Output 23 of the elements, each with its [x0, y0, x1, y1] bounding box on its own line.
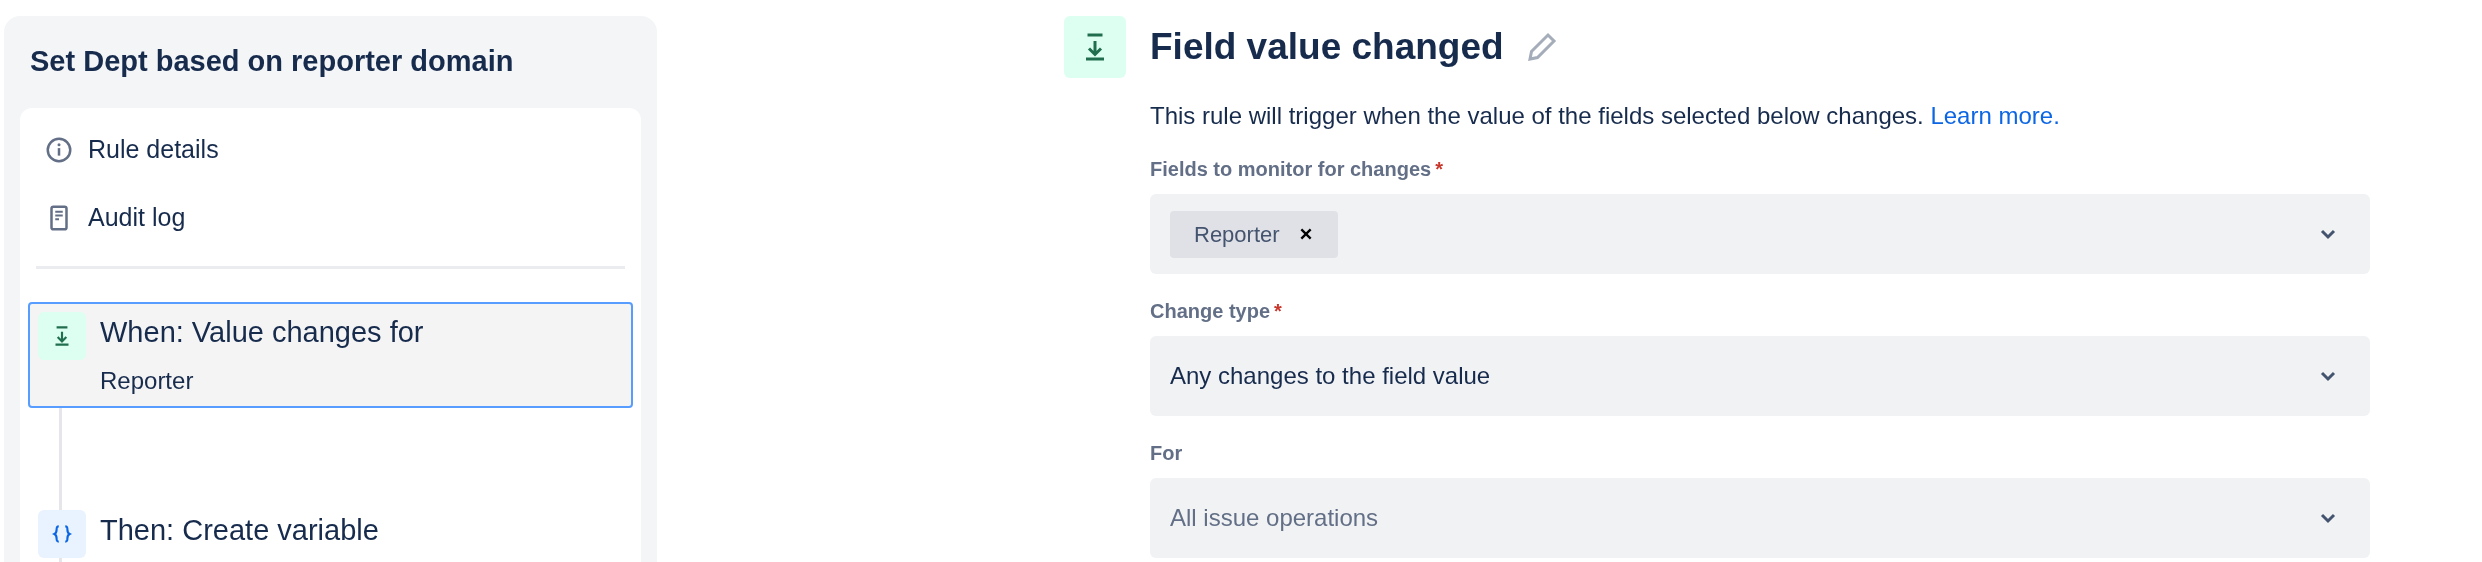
- required-mark: *: [1274, 299, 1282, 324]
- step-label: When: Value changes for: [100, 315, 424, 350]
- description-text: This rule will trigger when the value of the fields selected below changes. Learn more.: [1150, 101, 2061, 131]
- rule-title: Set Dept based on reporter domain: [29, 44, 515, 79]
- select-field[interactable]: All issue operations: [1150, 478, 2370, 558]
- tag-label: Reporter: [1194, 220, 1280, 249]
- sidebar-link[interactable]: Rule details: [28, 116, 633, 184]
- required-mark: *: [1435, 157, 1443, 182]
- field-label: Change type: [1150, 299, 1271, 324]
- field-label: For: [1150, 441, 1183, 466]
- field-value: Any changes to the field value: [1170, 361, 1491, 391]
- info-icon: [44, 135, 74, 165]
- sidebar-link[interactable]: Audit log: [28, 184, 633, 252]
- rule-step[interactable]: Then: Create variable: [28, 500, 633, 562]
- select-field[interactable]: Any changes to the field value: [1150, 336, 2370, 416]
- step-label: Then: Create variable: [100, 513, 379, 548]
- step-detail: Reporter: [100, 366, 195, 396]
- rule-step[interactable]: When: Value changes for Reporter: [28, 302, 633, 408]
- select-field[interactable]: Reporter: [1150, 194, 2370, 274]
- learn-more-link[interactable]: Learn more.: [1930, 102, 2060, 129]
- panel-title: Field value changed: [1150, 25, 1504, 70]
- field-placeholder: All issue operations: [1170, 503, 1379, 533]
- field-label: Fields to monitor for changes: [1150, 157, 1432, 182]
